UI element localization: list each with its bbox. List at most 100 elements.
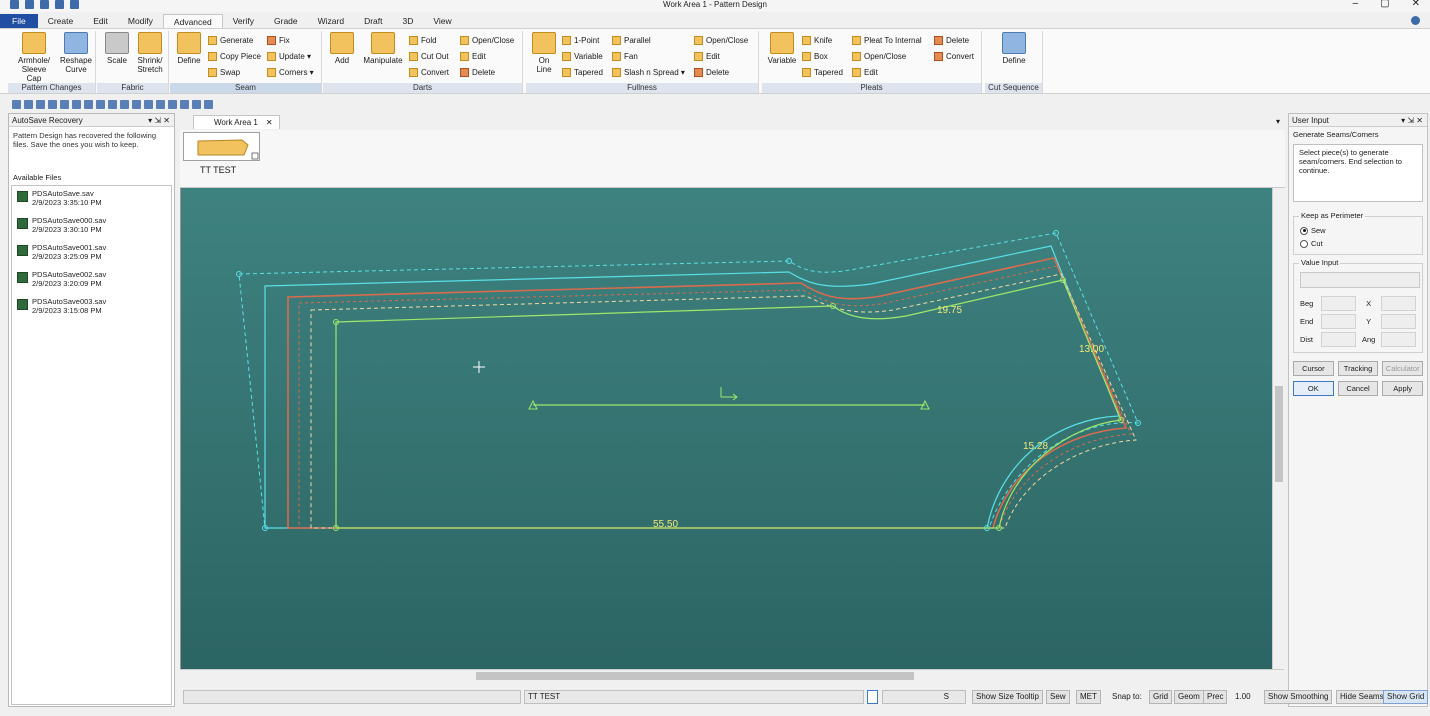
list-item[interactable]: PDSAutoSave000.sav 2/9/2023 3:30:10 PM (12, 213, 171, 240)
tab-list-dropdown-icon[interactable]: ▾ (1276, 117, 1280, 126)
tab-wizard[interactable]: Wizard (308, 14, 354, 28)
cut-sequence-define-button[interactable]: Define (997, 32, 1031, 65)
new-icon[interactable] (12, 99, 21, 109)
on-line-button[interactable]: On Line (530, 32, 558, 74)
tab-edit[interactable]: Edit (83, 14, 118, 28)
seam-define-button[interactable]: Define (174, 32, 204, 65)
dart-open-close-button[interactable]: Open/Close (460, 35, 514, 46)
sew-button[interactable]: Sew (1046, 690, 1070, 704)
dart-edit-button[interactable]: Edit (460, 51, 486, 62)
tab-file[interactable]: File (0, 14, 38, 28)
reshape-curve-button[interactable]: Reshape Curve (58, 32, 94, 74)
dart-delete-button[interactable]: Delete (460, 67, 495, 78)
panel-controls[interactable]: ▾ ⇲ ✕ (1401, 114, 1423, 127)
pleat-delete-button[interactable]: Delete (934, 35, 969, 46)
help-icon[interactable] (1411, 16, 1420, 25)
dart-add-button[interactable]: Add (329, 32, 355, 65)
one-point-button[interactable]: 1-Point (562, 35, 599, 46)
fix-button[interactable]: Fix (267, 35, 290, 46)
grade-size-select[interactable]: S (882, 690, 966, 704)
pleat-edit-button[interactable]: Edit (852, 67, 878, 78)
met-button[interactable]: MET (1076, 690, 1101, 704)
snap-grid-button[interactable]: Grid (1149, 690, 1173, 704)
value-input-field[interactable] (1300, 272, 1420, 288)
pleat-convert-button[interactable]: Convert (934, 51, 974, 62)
list-item[interactable]: PDSAutoSave001.sav 2/9/2023 3:25:09 PM (12, 240, 171, 267)
list-item[interactable]: PDSAutoSave002.sav 2/9/2023 3:20:09 PM (12, 267, 171, 294)
close-button[interactable]: ✕ (1412, 0, 1420, 9)
grid-icon[interactable] (180, 99, 189, 109)
print-preview-icon[interactable] (96, 99, 105, 109)
parallel-button[interactable]: Parallel (612, 35, 651, 46)
dart-cut-out-button[interactable]: Cut Out (409, 51, 449, 62)
radio-sew[interactable]: Sew (1300, 224, 1416, 237)
shrink-stretch-button[interactable]: Shrink/ Stretch (133, 32, 167, 74)
pleat-to-internal-button[interactable]: Pleat To Internal (852, 35, 922, 46)
tab-3d[interactable]: 3D (393, 14, 424, 28)
x-input[interactable] (1381, 295, 1416, 311)
piece-thumbnail[interactable] (183, 132, 260, 161)
vertical-scroll-thumb[interactable] (1275, 386, 1283, 482)
fullness-edit-button[interactable]: Edit (694, 51, 720, 62)
cursor-button[interactable]: Cursor (1293, 361, 1334, 376)
measure-icon[interactable] (192, 99, 201, 109)
slash-spread-button[interactable]: Slash n Spread ▾ (612, 67, 685, 78)
scale-button[interactable]: Scale (103, 32, 131, 65)
save-all-icon[interactable] (48, 99, 57, 109)
calculator-button[interactable]: Calculator (1382, 361, 1424, 376)
pleat-variable-button[interactable]: Variable (764, 32, 800, 65)
tab-work-area-1[interactable]: Work Area 1 ✕ (193, 115, 280, 129)
tab-view[interactable]: View (423, 14, 461, 28)
print-icon[interactable] (84, 99, 93, 109)
hide-seams-button[interactable]: Hide Seams (1336, 690, 1388, 704)
show-smoothing-button[interactable]: Show Smoothing (1264, 690, 1333, 704)
tab-advanced[interactable]: Advanced (162, 14, 223, 28)
armhole-sleeve-cap-button[interactable]: Armhole/ Sleeve Cap (14, 32, 54, 83)
tab-verify[interactable]: Verify (223, 14, 264, 28)
snap-geom-button[interactable]: Geom (1174, 690, 1204, 704)
work-area-canvas[interactable]: 19.75 13.00 15.28 55.50 (180, 188, 1272, 669)
open-icon[interactable] (24, 99, 33, 109)
tab-grade[interactable]: Grade (264, 14, 308, 28)
pleat-open-close-button[interactable]: Open/Close (852, 51, 906, 62)
tab-close-icon[interactable]: ✕ (266, 118, 273, 127)
save-icon[interactable] (36, 99, 45, 109)
cancel-button[interactable]: Cancel (1337, 381, 1379, 396)
horizontal-scrollbar[interactable] (180, 669, 1284, 681)
y-input[interactable] (1381, 313, 1416, 329)
beg-input[interactable] (1321, 295, 1357, 311)
panel-controls[interactable]: ▾ ⇲ ✕ (148, 114, 170, 127)
seam-generate-button[interactable]: Generate (208, 35, 253, 46)
horizontal-scroll-thumb[interactable] (476, 672, 914, 680)
tracking-button[interactable]: Tracking (1337, 361, 1379, 376)
zoom-out-icon[interactable] (120, 99, 129, 109)
dart-manipulate-button[interactable]: Manipulate (359, 32, 407, 65)
list-item[interactable]: PDSAutoSave.sav 2/9/2023 3:35:10 PM (12, 186, 171, 213)
apply-button[interactable]: Apply (1382, 381, 1424, 396)
fullness-tapered-button[interactable]: Tapered (562, 67, 603, 78)
select-icon[interactable] (168, 99, 177, 109)
fullness-delete-button[interactable]: Delete (694, 67, 729, 78)
dist-input[interactable] (1321, 331, 1357, 347)
redo-icon[interactable] (72, 99, 81, 109)
knife-button[interactable]: Knife (802, 35, 832, 46)
piece-icon[interactable] (204, 99, 213, 109)
dart-convert-button[interactable]: Convert (409, 67, 449, 78)
radio-cut[interactable]: Cut (1300, 237, 1416, 250)
pattern-drawing[interactable]: 19.75 13.00 15.28 55.50 (181, 188, 1273, 669)
end-input[interactable] (1321, 313, 1357, 329)
piece-color-box[interactable] (867, 690, 878, 704)
undo-icon[interactable] (60, 99, 69, 109)
list-item[interactable]: PDSAutoSave003.sav 2/9/2023 3:15:08 PM (12, 294, 171, 321)
zoom-in-icon[interactable] (108, 99, 117, 109)
snap-prec-button[interactable]: Prec (1203, 690, 1228, 704)
pleat-tapered-button[interactable]: Tapered (802, 67, 843, 78)
vertical-scrollbar[interactable] (1272, 188, 1284, 669)
swap-button[interactable]: Swap (208, 67, 240, 78)
minimize-button[interactable]: – (1353, 0, 1359, 9)
ang-input[interactable] (1381, 331, 1416, 347)
tab-modify[interactable]: Modify (118, 14, 163, 28)
update-button[interactable]: Update ▾ (267, 51, 311, 62)
fan-button[interactable]: Fan (612, 51, 638, 62)
copy-piece-button[interactable]: Copy Piece (208, 51, 261, 62)
